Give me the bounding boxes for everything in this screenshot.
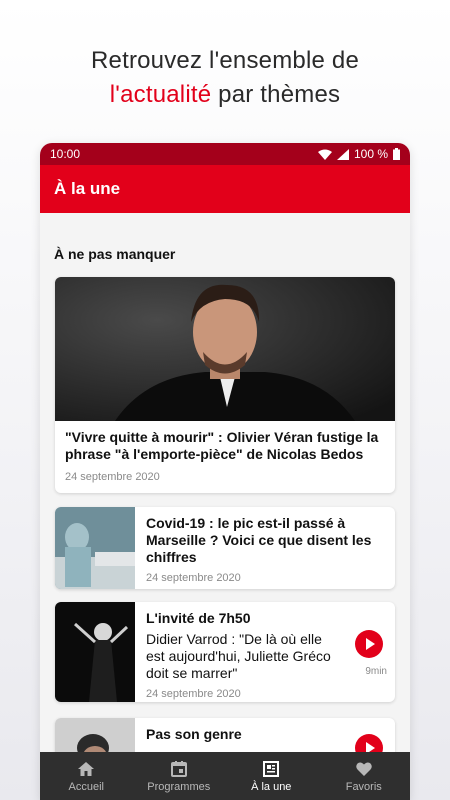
signal-icon	[336, 148, 349, 160]
podcast-title: Pas son genre	[146, 726, 242, 742]
hero-date: 24 septembre 2020	[65, 471, 160, 483]
podcast-duration: 9min	[365, 666, 387, 677]
phone-screen: 10:00 100 % À la une À ne pas manquer "V…	[40, 143, 410, 800]
page-title: À la une	[54, 179, 121, 198]
article-body: Covid-19 : le pic est-il passé à Marseil…	[146, 515, 385, 584]
calendar-icon	[170, 760, 187, 777]
status-time: 10:00	[50, 147, 81, 161]
promo-line-1: Retrouvez l'ensemble de	[91, 47, 359, 74]
podcast-title: L'invité de 7h50	[146, 610, 251, 626]
podcast-thumbnail	[55, 602, 135, 702]
promo-line-2: l'actualité par thèmes	[0, 78, 450, 112]
heart-icon	[356, 761, 372, 776]
newspaper-icon	[263, 760, 280, 777]
article-thumbnail	[55, 507, 135, 589]
hero-article-card[interactable]: "Vivre quitte à mourir" : Olivier Véran …	[55, 277, 395, 493]
hero-image	[55, 277, 395, 421]
nav-accueil[interactable]: Accueil	[40, 752, 133, 800]
nav-favoris[interactable]: Favoris	[318, 752, 411, 800]
promo-line-2-rest: par thèmes	[211, 81, 341, 108]
nav-label: Programmes	[147, 780, 211, 793]
podcast-subtitle: Didier Varrod : "De là où elle est aujou…	[146, 631, 331, 681]
home-icon	[78, 761, 95, 776]
nav-a-la-une[interactable]: À la une	[225, 752, 318, 800]
nav-label: Accueil	[68, 780, 104, 793]
bottom-navigation: Accueil Programmes À la une Favoris	[40, 752, 410, 800]
podcast-date: 24 septembre 2020	[146, 688, 241, 700]
podcast-card[interactable]: L'invité de 7h50 Didier Varrod : "De là …	[55, 602, 395, 702]
battery-icon	[393, 148, 400, 160]
status-bar: 10:00 100 %	[40, 143, 410, 165]
promo-headline: Retrouvez l'ensemble de l'actualité par …	[0, 44, 450, 112]
section-title: À ne pas manquer	[54, 246, 176, 262]
wifi-icon	[317, 149, 332, 160]
hero-title: "Vivre quitte à mourir" : Olivier Véran …	[65, 429, 379, 462]
battery-text: 100 %	[353, 147, 388, 161]
podcast-body: Pas son genre	[146, 726, 385, 743]
article-date: 24 septembre 2020	[146, 572, 241, 584]
status-icons: 100 %	[317, 147, 400, 161]
podcast-body: L'invité de 7h50 Didier Varrod : "De là …	[146, 610, 385, 700]
article-card[interactable]: Covid-19 : le pic est-il passé à Marseil…	[55, 507, 395, 589]
promo-accent: l'actualité	[109, 81, 212, 108]
feed[interactable]: À ne pas manquer "Vivre quitte à mourir"…	[40, 213, 410, 800]
app-bar: À la une	[40, 165, 410, 213]
nav-label: Favoris	[345, 780, 382, 793]
nav-programmes[interactable]: Programmes	[133, 752, 226, 800]
article-title: Covid-19 : le pic est-il passé à Marseil…	[146, 515, 372, 565]
nav-label: À la une	[251, 780, 292, 793]
play-button[interactable]	[355, 630, 383, 658]
